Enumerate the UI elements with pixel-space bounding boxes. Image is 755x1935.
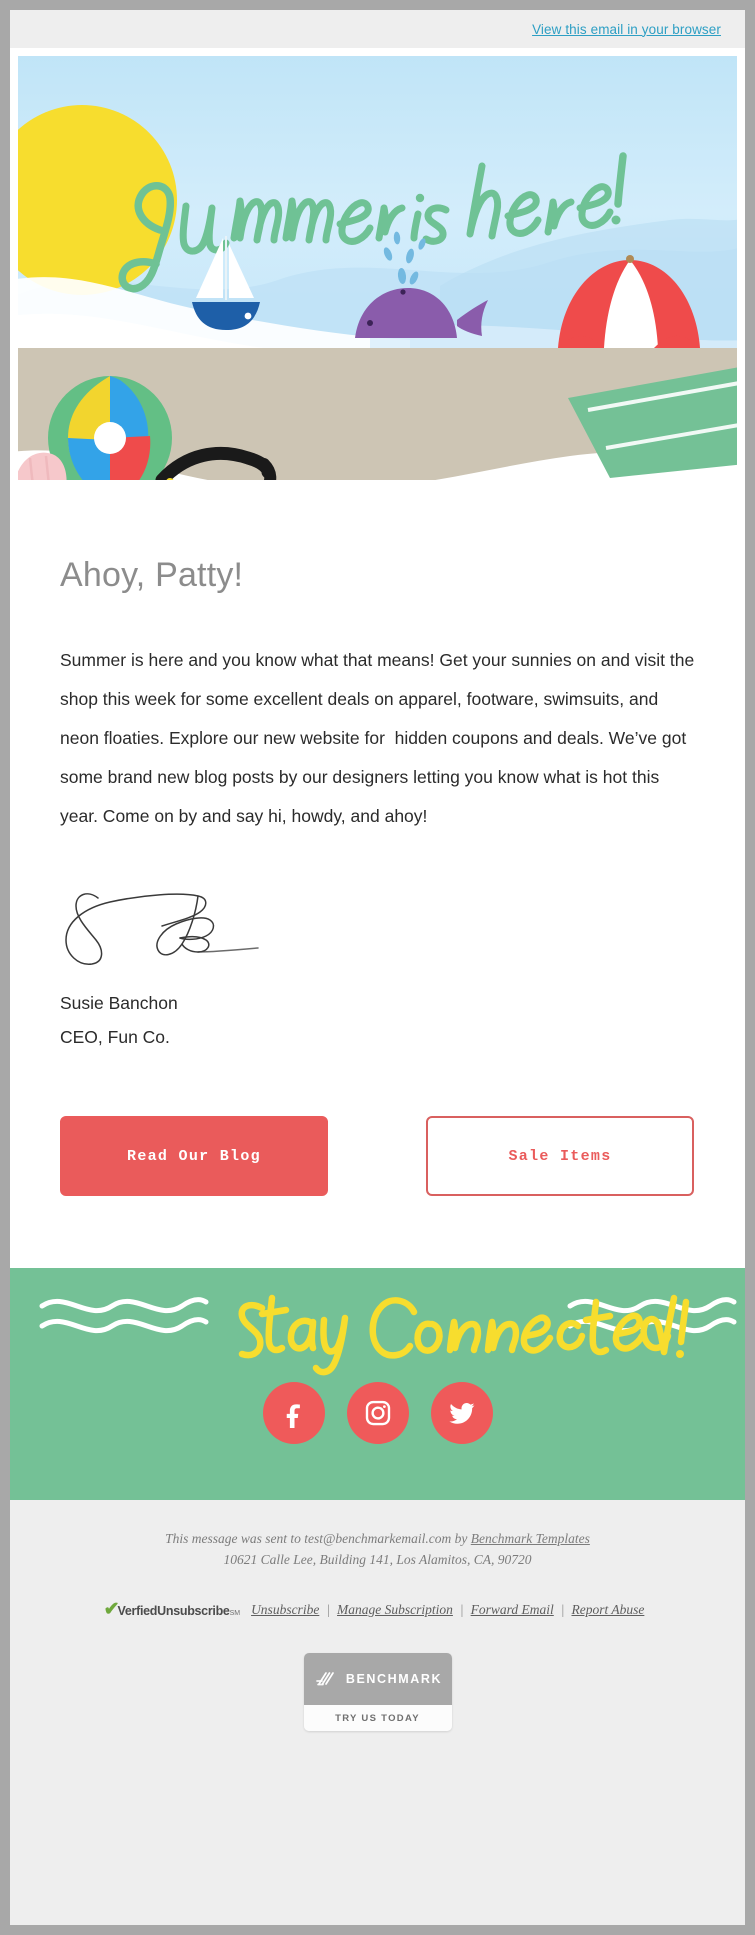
preheader-bar: View this email in your browser: [10, 10, 745, 48]
manage-subscription-link[interactable]: Manage Subscription: [330, 1602, 460, 1618]
instagram-glyph: [365, 1400, 390, 1426]
benchmark-logo-icon: [315, 1672, 334, 1686]
email-container: View this email in your browser Ahoy, Pa…: [10, 10, 745, 1925]
twitter-icon[interactable]: [430, 1382, 493, 1444]
stay-connected-section: [10, 1268, 745, 1500]
report-abuse-link[interactable]: Report Abuse: [564, 1602, 651, 1618]
twitter-glyph: [448, 1403, 474, 1424]
cta-button-row: Read Our Blog Sale Items: [60, 1054, 695, 1268]
facebook-icon[interactable]: [262, 1382, 325, 1444]
signature-name: Susie Banchon: [60, 993, 178, 1013]
sale-items-button[interactable]: Sale Items: [426, 1116, 694, 1196]
intro-paragraph: Summer is here and you know what that me…: [60, 650, 700, 826]
email-body: Ahoy, Patty! Summer is here and you know…: [10, 488, 745, 1268]
verified-word-two: Unsubscribe: [157, 1604, 230, 1618]
sender-link[interactable]: Benchmark Templates: [471, 1531, 590, 1546]
facebook-glyph: [286, 1404, 300, 1428]
verified-unsubscribe-badge: ✔ Verfied Unsubscribe SM: [104, 1600, 240, 1619]
footer-sent-line: This message was sent to test@benchmarke…: [10, 1528, 745, 1549]
benchmark-wordmark: BENCHMARK: [345, 1672, 443, 1686]
benchmark-badge[interactable]: BENCHMARK TRY US TODAY: [303, 1653, 452, 1731]
forward-email-link[interactable]: Forward Email: [464, 1602, 561, 1618]
footer-address: 10621 Calle Lee, Building 141, Los Alami…: [223, 1552, 532, 1567]
page-title: Ahoy, Patty!: [60, 556, 244, 594]
hero-svg: [18, 56, 737, 480]
benchmark-badge-top: BENCHMARK: [303, 1653, 452, 1705]
hero-illustration: [10, 48, 745, 488]
benchmark-badge-cta: TRY US TODAY: [303, 1705, 452, 1731]
wave-left-icon: [39, 1297, 209, 1334]
social-icon-row: [10, 1382, 745, 1444]
signature-title: CEO, Fun Co.: [60, 1027, 170, 1047]
read-our-blog-button[interactable]: Read Our Blog: [60, 1116, 328, 1196]
stay-connected-svg: [39, 1294, 737, 1376]
signature-image: [65, 893, 259, 965]
view-in-browser-link[interactable]: View this email in your browser: [532, 22, 721, 37]
verified-word-one: Verfied: [117, 1604, 158, 1618]
unsubscribe-row: ✔ Verfied Unsubscribe SM Unsubscribe | M…: [10, 1570, 745, 1619]
service-mark: SM: [229, 1610, 241, 1617]
email-footer: This message was sent to test@benchmarke…: [10, 1500, 745, 1731]
unsubscribe-link[interactable]: Unsubscribe: [244, 1602, 326, 1618]
stay-connected-header: [10, 1268, 745, 1378]
footer-sent-text: This message was sent to test@benchmarke…: [165, 1531, 471, 1546]
instagram-icon[interactable]: [346, 1382, 409, 1444]
signature-block: Susie Banchon CEO, Fun Co.: [60, 836, 695, 1054]
